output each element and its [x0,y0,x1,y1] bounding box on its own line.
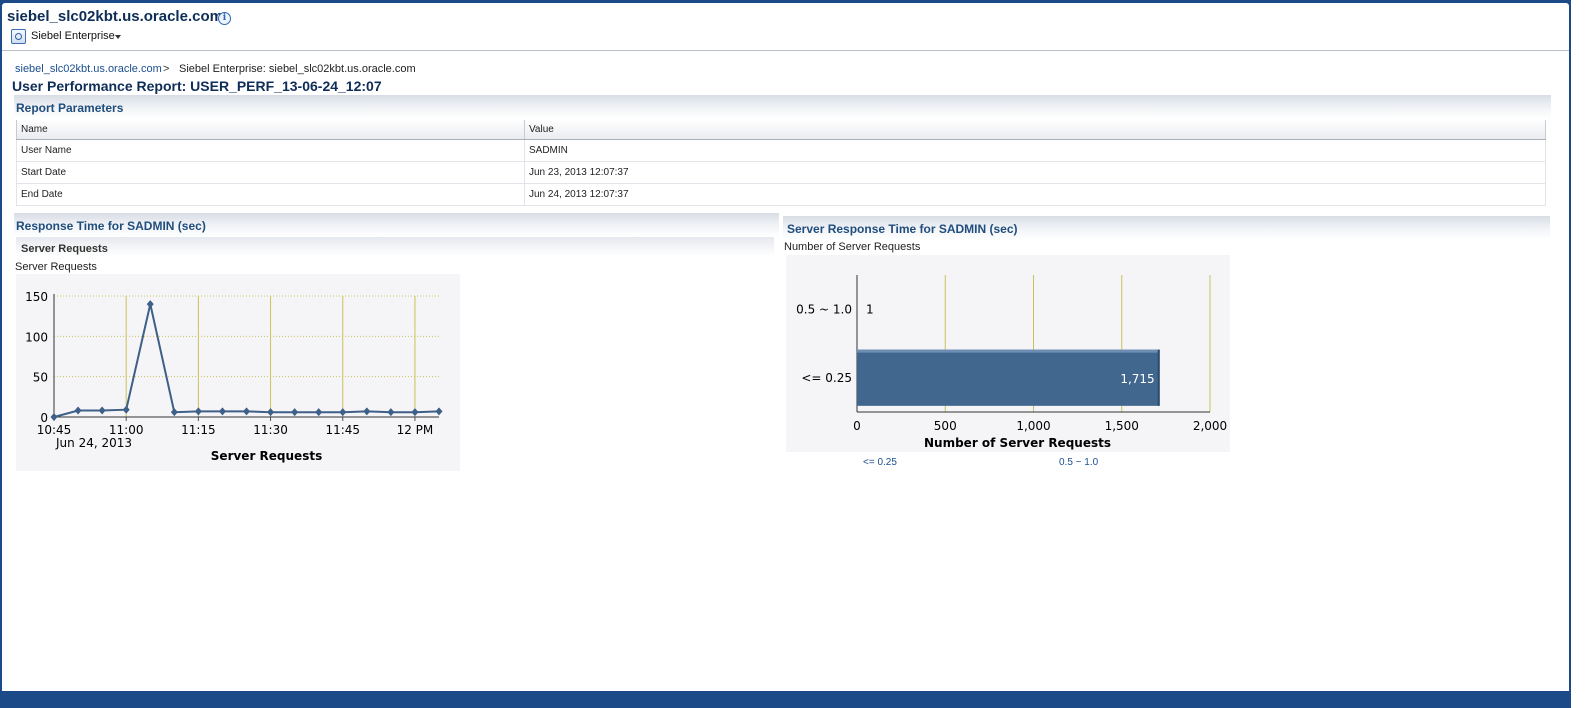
y-tick-label: 50 [33,371,48,385]
bar-value-label: 1 [866,302,874,316]
x-tick-label: 11:15 [181,423,216,437]
report-parameters-header: Report Parameters [14,95,1551,119]
legend-link-0-5-1-0[interactable]: 0.5 ~ 1.0 [1059,457,1098,468]
data-point [411,408,419,417]
x-tick-label: 0 [853,419,861,433]
server-response-time-header: Server Response Time for SADMIN (sec) [783,216,1550,240]
report-page: siebel_slc02kbt.us.oracle.com i Siebel E… [2,3,1569,691]
y-category-label: <= 0.25 [801,371,852,385]
y-category-label: 0.5 ~ 1.0 [796,302,852,316]
param-name: User Name [16,139,525,162]
x-tick-label: 2,000 [1193,419,1227,433]
breadcrumb-link-host[interactable]: siebel_slc02kbt.us.oracle.com [15,63,162,75]
data-point [387,408,395,417]
scrollbar-track[interactable] [1571,0,1587,708]
data-point [218,407,226,416]
param-name: Start Date [16,161,525,184]
x-tick-label: 10:45 [37,423,72,437]
table-row: End Date Jun 24, 2013 12:07:37 [16,183,1546,206]
data-point [146,300,154,309]
server-response-time-title: Server Response Time for SADMIN (sec) [787,222,1018,236]
x-tick-label: 11:00 [109,423,144,437]
report-parameters-title: Report Parameters [16,101,124,115]
data-point [435,407,443,416]
y-tick-label: 150 [25,290,48,304]
data-point [267,408,275,417]
bar-chart-panel: 0 500 1,000 1,500 2,000 0.5 ~ 1.0 1 <= 0.25 1,71… [786,255,1230,452]
server-requests-subheader: Server Requests [16,237,774,257]
data-point [243,407,250,416]
info-icon[interactable]: i [218,12,231,25]
header-divider [2,50,1569,51]
x-tick-label: 1,000 [1016,419,1050,433]
x-axis-title: Number of Server Requests [924,436,1111,450]
param-value: Jun 24, 2013 12:07:37 [524,183,1546,206]
bar-edge [1157,349,1160,406]
column-header-name[interactable]: Name [16,120,525,140]
table-row: User Name SADMIN [16,139,1546,162]
breadcrumb-separator: > [163,63,170,75]
y-tick-label: 100 [25,330,48,344]
x-tick-label: 500 [934,419,957,433]
data-point [170,408,178,417]
series-line [53,303,440,418]
data-point [50,413,58,421]
data-point [98,406,106,415]
param-value: SADMIN [524,139,1546,162]
column-header-value[interactable]: Value [524,120,1546,140]
x-tick-label: 11:30 [253,423,288,437]
param-name: End Date [16,183,525,206]
x-tick-label: 11:45 [325,423,360,437]
report-parameters-table: Name Value User Name SADMIN Start Date J… [16,120,1546,206]
server-requests-subtitle: Server Requests [21,243,108,255]
breadcrumb-current: Siebel Enterprise: siebel_slc02kbt.us.or… [179,63,416,75]
bar-chart: 0 500 1,000 1,500 2,000 0.5 ~ 1.0 1 <= 0.25 1,71… [796,275,1227,450]
data-point [194,407,202,416]
param-value: Jun 23, 2013 12:07:37 [524,161,1546,184]
data-point [122,405,130,414]
page-title: User Performance Report: USER_PERF_13-06… [12,78,382,94]
x-date-label: Jun 24, 2013 [55,436,132,450]
bar-highlight [857,349,1160,353]
bar-chart-caption: Number of Server Requests [784,241,921,253]
line-chart-panel: 0 50 100 150 10:45 11:00 11:15 11:30 11:45 12 PM J… [16,274,460,471]
data-point [339,408,347,417]
x-tick-label: 1,500 [1105,419,1139,433]
chevron-down-icon[interactable] [115,35,121,39]
host-title: siebel_slc02kbt.us.oracle.com [7,8,223,25]
data-point [74,406,82,415]
siebel-target-icon[interactable] [11,29,26,44]
line-chart-caption: Server Requests [15,261,97,273]
table-row: Start Date Jun 23, 2013 12:07:37 [16,161,1546,184]
data-point [363,407,371,416]
bar [857,349,1160,406]
response-time-header: Response Time for SADMIN (sec) [14,213,779,237]
bar-value-label: 1,715 [1120,372,1154,386]
legend-link-le-0-25[interactable]: <= 0.25 [863,457,897,468]
data-point [315,408,323,417]
x-axis-title: Server Requests [211,449,322,463]
line-chart: 05010015010:45 11:00 11:15 11:30 11:45 12 PMJ… [25,290,443,463]
x-tick-label: 12 PM [397,423,434,437]
target-menu[interactable]: Siebel Enterprise [31,30,115,42]
data-point [291,408,299,417]
response-time-title: Response Time for SADMIN (sec) [16,219,206,233]
